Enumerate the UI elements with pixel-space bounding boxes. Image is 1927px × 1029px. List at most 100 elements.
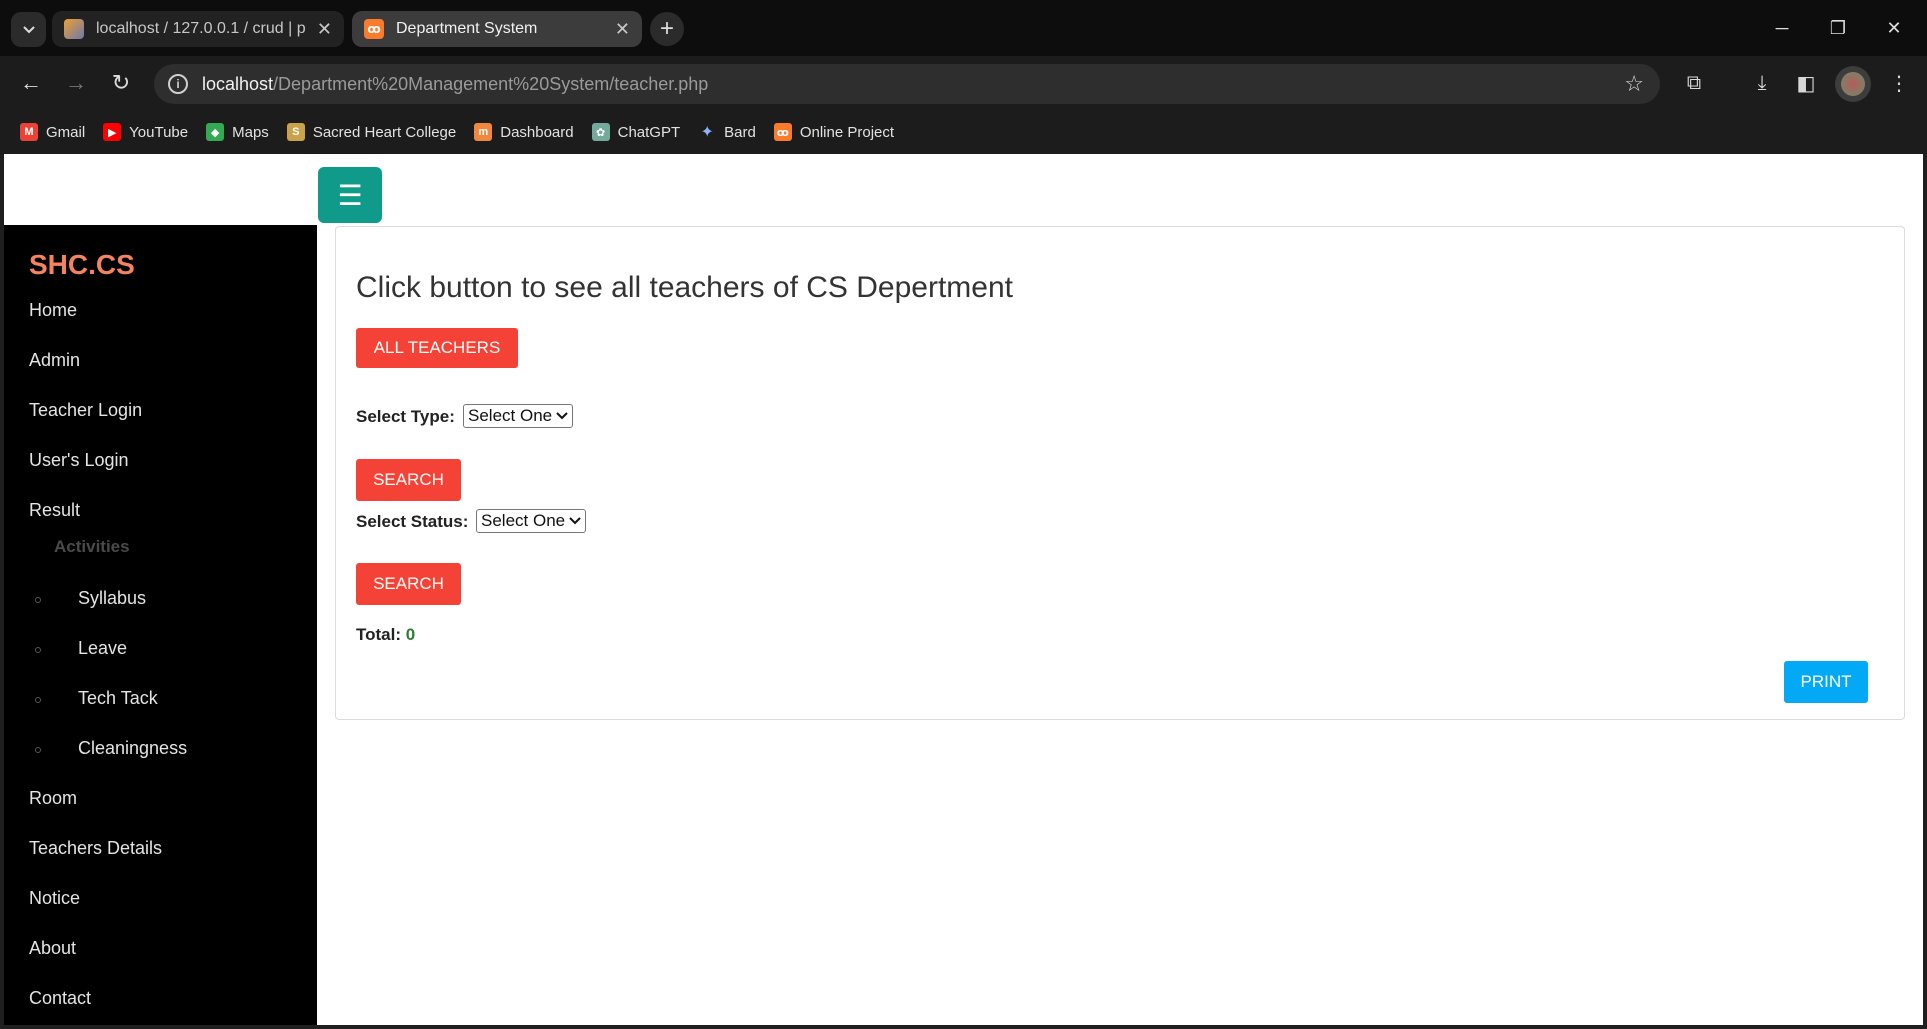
- sidebar-item-teachers-details[interactable]: Teachers Details: [29, 838, 162, 859]
- gmail-icon: M: [20, 123, 38, 141]
- sidebar-item-teacher-login[interactable]: Teacher Login: [29, 400, 142, 421]
- search-status-button[interactable]: SEARCH: [356, 563, 461, 605]
- youtube-icon: ▶: [103, 123, 122, 141]
- new-tab-button[interactable]: +: [650, 12, 684, 46]
- back-button[interactable]: ←: [14, 66, 48, 100]
- total-label: Total:: [356, 625, 402, 644]
- sidebar-item-leave[interactable]: Leave: [78, 638, 127, 659]
- list-bullet-icon: [35, 647, 41, 653]
- bookmark-star-icon[interactable]: ☆: [1624, 71, 1644, 97]
- select-type-label: Select Type:: [356, 407, 455, 426]
- sidebar-item-tech-tack[interactable]: Tech Tack: [78, 688, 158, 709]
- tab-title: localhost / 127.0.0.1 / crud | phpMyAdmi…: [96, 20, 305, 37]
- bard-icon: ✦: [700, 124, 714, 141]
- sidebar-item-home[interactable]: Home: [29, 300, 77, 321]
- chevron-down-icon: [556, 412, 568, 420]
- sidebar-item-about[interactable]: About: [29, 938, 76, 959]
- arrow-left-icon: ←: [20, 70, 42, 95]
- site-info-icon[interactable]: i: [168, 74, 188, 94]
- sidebar-activities-heading: Activities: [54, 537, 130, 556]
- reload-button[interactable]: ↻: [104, 66, 138, 100]
- sidebar-item-notice[interactable]: Notice: [29, 888, 80, 909]
- college-icon: S: [286, 123, 305, 141]
- bookmark-bard[interactable]: ✦ Bard: [698, 123, 756, 142]
- list-bullet-icon: [35, 747, 41, 753]
- minimize-button[interactable]: ─: [1754, 10, 1810, 46]
- sidebar-toggle-button[interactable]: ☰: [318, 167, 382, 223]
- bookmark-sacred-heart-college[interactable]: S Sacred Heart College: [286, 123, 457, 141]
- close-icon: ✕: [1886, 17, 1902, 38]
- xampp-icon: ꝏ: [364, 19, 384, 39]
- sidebar-item-room[interactable]: Room: [29, 788, 77, 809]
- url-path: /Department%20Management%20System/teache…: [273, 73, 709, 94]
- phpmyadmin-icon: [64, 19, 84, 39]
- bookmark-label: Bard: [724, 123, 756, 141]
- chatgpt-icon: ✿: [591, 123, 610, 141]
- total-value: 0: [405, 625, 416, 644]
- sidebar-item-result[interactable]: Result: [29, 500, 80, 521]
- sidebar-item-contact[interactable]: Contact: [29, 988, 91, 1009]
- download-icon[interactable]: ⤓: [1747, 68, 1777, 98]
- bookmark-maps[interactable]: ◆ Maps: [206, 123, 269, 141]
- bookmarks-bar: M Gmail ▶ YouTube ◆ Maps S Sacred Heart Coll…: [0, 110, 1927, 154]
- all-teachers-button[interactable]: ALL TEACHERS: [356, 328, 518, 368]
- close-tab-icon[interactable]: ✕: [317, 19, 332, 40]
- bookmark-label: Online Project: [799, 123, 895, 141]
- teachers-card: Click button to see all teachers of CS D…: [335, 226, 1905, 720]
- bookmark-label: Dashboard: [500, 123, 574, 141]
- side-panel-icon[interactable]: ◧: [1791, 68, 1821, 98]
- sidebar: SHC.CS Home Admin Teacher Login User's L…: [4, 225, 317, 1025]
- url-host: localhost: [202, 73, 274, 94]
- browser-tab-strip: localhost / 127.0.0.1 / crud | phpMyAdmi…: [0, 0, 1927, 56]
- more-menu-icon[interactable]: ⋮: [1884, 68, 1914, 98]
- web-page: ☰ SHC.CS Home Admin Teacher Login User's…: [4, 154, 1923, 1025]
- sidebar-item-users-login[interactable]: User's Login: [29, 450, 128, 471]
- bookmark-chatgpt[interactable]: ✿ ChatGPT: [591, 123, 681, 141]
- select-type-value: Select One: [468, 406, 553, 425]
- select-type-dropdown[interactable]: Select One: [463, 404, 574, 428]
- close-window-button[interactable]: ✕: [1866, 10, 1922, 46]
- extensions-icon[interactable]: ⧉: [1679, 68, 1709, 98]
- restore-icon: ❐: [1829, 17, 1847, 38]
- close-tab-icon[interactable]: ✕: [615, 19, 630, 40]
- arrow-right-icon: →: [65, 70, 87, 95]
- browser-toolbar: ← → ↻ i localhost/Department%20Managemen…: [0, 56, 1927, 110]
- browser-tab-department-system[interactable]: ꝏ Department System ✕: [352, 11, 642, 47]
- bookmark-online-project[interactable]: ꝏ Online Project: [773, 123, 895, 141]
- list-bullet-icon: [35, 697, 41, 703]
- print-button[interactable]: PRINT: [1784, 661, 1868, 703]
- select-status-label: Select Status:: [356, 512, 469, 531]
- page-title: Click button to see all teachers of CS D…: [356, 271, 1013, 304]
- bookmark-label: YouTube: [129, 123, 189, 141]
- select-status-dropdown[interactable]: Select One: [476, 509, 587, 533]
- restore-button[interactable]: ❐: [1810, 10, 1866, 46]
- select-status-value: Select One: [481, 511, 566, 530]
- address-bar[interactable]: i localhost/Department%20Management%20Sy…: [154, 64, 1660, 104]
- browser-tab-phpmyadmin[interactable]: localhost / 127.0.0.1 / crud | phpMyAdmi…: [52, 11, 344, 47]
- sidebar-item-admin[interactable]: Admin: [29, 350, 80, 371]
- chevron-down-icon: [22, 25, 35, 33]
- tab-search-dropdown-button[interactable]: [11, 12, 46, 47]
- forward-button[interactable]: →: [59, 66, 93, 100]
- reload-icon: ↻: [111, 70, 131, 95]
- tab-title: Department System: [396, 20, 538, 37]
- bookmark-youtube[interactable]: ▶ YouTube: [103, 123, 188, 141]
- list-bullet-icon: [35, 597, 41, 603]
- plus-icon: +: [659, 15, 674, 42]
- dashboard-icon: m: [474, 123, 493, 141]
- maps-icon: ◆: [206, 123, 225, 141]
- chevron-down-icon: [569, 517, 581, 525]
- hamburger-menu-icon: ☰: [337, 179, 363, 211]
- bookmark-gmail[interactable]: M Gmail: [20, 123, 85, 141]
- search-type-button[interactable]: SEARCH: [356, 459, 461, 501]
- profile-avatar[interactable]: [1835, 66, 1871, 102]
- sidebar-item-syllabus[interactable]: Syllabus: [78, 588, 146, 609]
- sidebar-item-cleaningness[interactable]: Cleaningness: [78, 738, 187, 759]
- bookmark-label: ChatGPT: [617, 123, 681, 141]
- xampp-icon: ꝏ: [773, 123, 792, 141]
- brand-logo-text[interactable]: SHC.CS: [29, 249, 135, 281]
- bookmark-dashboard[interactable]: m Dashboard: [474, 123, 574, 141]
- bookmark-label: Gmail: [46, 123, 86, 141]
- minimize-icon: ─: [1775, 17, 1789, 38]
- bookmark-label: Sacred Heart College: [312, 123, 457, 141]
